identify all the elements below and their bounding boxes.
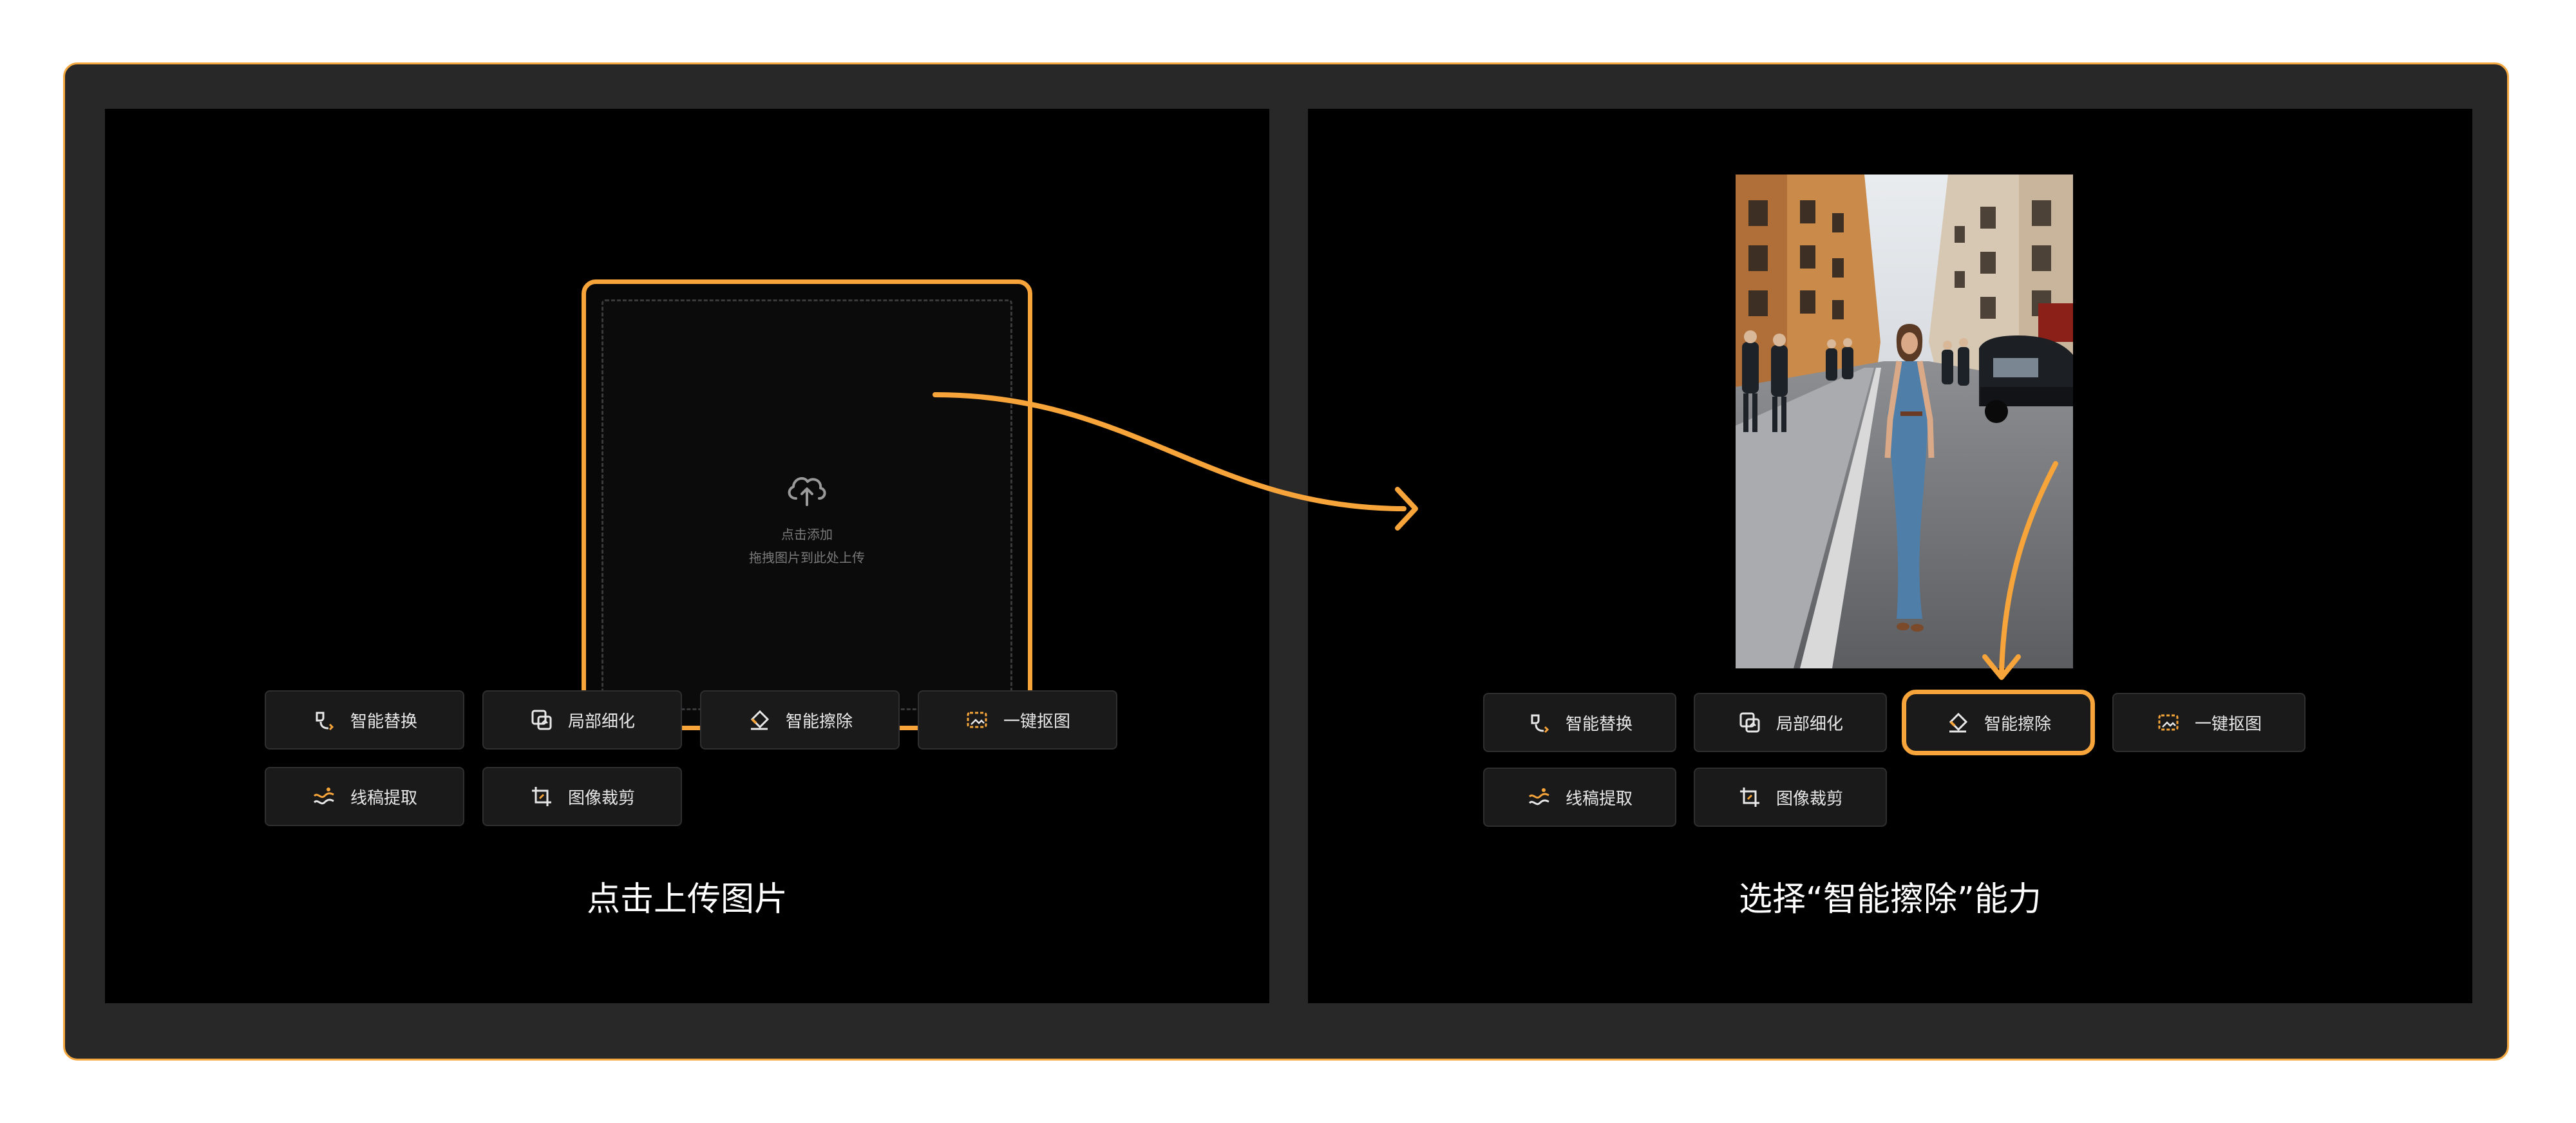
- local-refine-label: 局部细化: [567, 712, 635, 731]
- cutout-label: 一键抠图: [2194, 714, 2262, 734]
- local-refine-button[interactable]: 局部细化: [482, 690, 682, 750]
- cloud-upload-icon: [788, 477, 826, 506]
- smart-erase-button-selected[interactable]: 智能擦除: [1902, 690, 2095, 755]
- crop-icon: [531, 787, 551, 806]
- smart-replace-icon: [316, 712, 334, 731]
- eraser-icon: [1949, 712, 1968, 733]
- smart-replace-label: 智能替换: [350, 712, 417, 731]
- image-crop-button[interactable]: 图像裁剪: [482, 767, 682, 826]
- lineart-extract-label: 线稿提取: [350, 788, 417, 808]
- local-refine-button[interactable]: 局部细化: [1694, 693, 1887, 752]
- street-photo-image: [1736, 175, 2073, 668]
- smart-erase-label: 智能擦除: [785, 712, 853, 731]
- local-refine-label: 局部细化: [1776, 714, 1843, 734]
- cutout-button[interactable]: 一键抠图: [918, 690, 1117, 750]
- crop-icon: [1739, 788, 1759, 807]
- cutout-icon: [2158, 714, 2179, 731]
- step-caption-upload: 点击上传图片: [586, 880, 788, 919]
- smart-replace-icon: [1531, 714, 1549, 733]
- image-crop-label: 图像裁剪: [567, 788, 635, 808]
- lineart-icon: [313, 788, 334, 805]
- lineart-extract-button[interactable]: 线稿提取: [1483, 768, 1676, 827]
- uploaded-photo: [1736, 175, 2073, 668]
- local-refine-icon: [531, 710, 552, 730]
- smart-replace-button[interactable]: 智能替换: [1483, 693, 1676, 752]
- lineart-icon: [1528, 788, 1549, 806]
- image-crop-label: 图像裁剪: [1776, 789, 1843, 809]
- smart-replace-button[interactable]: 智能替换: [265, 690, 464, 750]
- smart-erase-label: 智能擦除: [1984, 714, 2051, 734]
- lineart-extract-button[interactable]: 线稿提取: [265, 767, 464, 826]
- cutout-label: 一键抠图: [1003, 712, 1070, 731]
- local-refine-icon: [1739, 712, 1760, 733]
- smart-erase-button[interactable]: 智能擦除: [700, 690, 900, 750]
- upload-area-highlight: 点击添加 拖拽图片到此处上传: [582, 279, 1032, 730]
- cutout-button[interactable]: 一键抠图: [2112, 693, 2306, 752]
- upload-hint-drag: 拖拽图片到此处上传: [749, 550, 865, 565]
- step-caption-erase: 选择“智能擦除”能力: [1739, 880, 2041, 919]
- lineart-extract-label: 线稿提取: [1565, 789, 1633, 809]
- left-panel: 点击添加 拖拽图片到此处上传 智能替换 局部细化 智能擦除 一键抠图 线稿提取 …: [105, 109, 1269, 1003]
- upload-dropzone[interactable]: 点击添加 拖拽图片到此处上传: [601, 299, 1012, 710]
- cutout-icon: [967, 712, 987, 728]
- image-crop-button[interactable]: 图像裁剪: [1694, 768, 1887, 827]
- upload-hint-click: 点击添加: [781, 527, 833, 542]
- eraser-icon: [750, 710, 770, 730]
- smart-replace-label: 智能替换: [1565, 714, 1633, 734]
- right-panel: 智能替换 局部细化 智能擦除 一键抠图 线稿提取 图像裁剪 选择“智能擦除”能力: [1308, 109, 2472, 1003]
